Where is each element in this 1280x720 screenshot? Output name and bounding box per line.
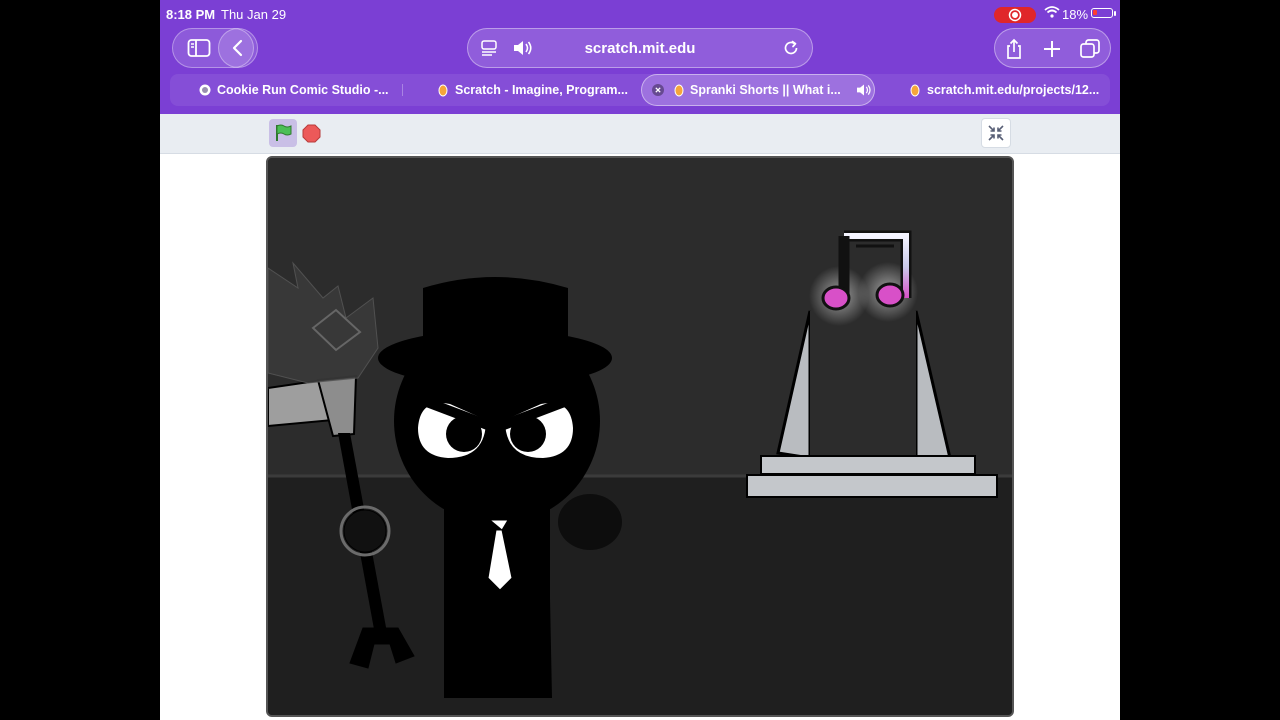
tab-label: Cookie Run Comic Studio -... bbox=[217, 83, 389, 97]
reload-icon[interactable] bbox=[782, 39, 800, 62]
wifi-icon bbox=[1044, 6, 1060, 21]
tab-bar: Cookie Run Comic Studio -... Scratch - I… bbox=[170, 74, 1110, 106]
tab-scratch-home[interactable]: Scratch - Imagine, Program... bbox=[437, 74, 628, 106]
screen-record-icon[interactable] bbox=[994, 7, 1036, 23]
scratch-favicon-icon bbox=[909, 84, 921, 96]
share-icon[interactable] bbox=[1003, 38, 1025, 65]
tab-spranki-shorts[interactable]: Spranki Shorts || What i... bbox=[641, 74, 875, 106]
address-bar[interactable]: scratch.mit.edu bbox=[467, 28, 813, 68]
tab-audio-icon[interactable] bbox=[855, 83, 873, 97]
close-tab-icon[interactable] bbox=[652, 84, 664, 96]
green-flag-icon bbox=[276, 124, 292, 141]
tab-cookie-run[interactable]: Cookie Run Comic Studio -... bbox=[199, 74, 389, 106]
cookie-run-favicon-icon bbox=[199, 84, 211, 96]
battery-percent: 18% bbox=[1062, 7, 1089, 22]
back-button[interactable] bbox=[218, 28, 258, 68]
project-stage[interactable] bbox=[266, 156, 1014, 717]
unfullscreen-icon bbox=[988, 125, 1004, 141]
chevron-left-icon bbox=[232, 39, 243, 57]
stop-icon bbox=[302, 124, 321, 143]
plus-icon[interactable] bbox=[1041, 38, 1063, 65]
browser-chrome: 8:18 PM Thu Jan 29 18% scratch.mit.edu C… bbox=[160, 0, 1120, 114]
stop-button[interactable] bbox=[302, 124, 321, 148]
unfullscreen-button[interactable] bbox=[981, 118, 1011, 148]
status-date: Thu Jan 29 bbox=[221, 7, 287, 22]
tab-label: Spranki Shorts || What i... bbox=[690, 83, 841, 97]
sidebar-icon[interactable] bbox=[187, 38, 211, 63]
tab-scratch-project[interactable]: scratch.mit.edu/projects/12... bbox=[909, 74, 1099, 106]
status-time: 8:18 PM bbox=[166, 7, 216, 22]
green-flag-button[interactable] bbox=[269, 119, 297, 147]
tab-label: Scratch - Imagine, Program... bbox=[455, 83, 628, 97]
tabs-icon[interactable] bbox=[1079, 38, 1101, 65]
ipad-screen: 8:18 PM Thu Jan 29 18% scratch.mit.edu C… bbox=[160, 0, 1120, 720]
battery-icon bbox=[1091, 8, 1113, 18]
url-text: scratch.mit.edu bbox=[584, 40, 696, 57]
scratch-favicon-icon bbox=[674, 84, 684, 96]
scratch-favicon-icon bbox=[437, 84, 449, 96]
right-toolbar-group bbox=[994, 28, 1111, 68]
scratch-player-bar bbox=[160, 114, 1120, 154]
tab-label: scratch.mit.edu/projects/12... bbox=[927, 83, 1100, 97]
status-bar: 8:18 PM Thu Jan 29 18% bbox=[160, 0, 1120, 28]
